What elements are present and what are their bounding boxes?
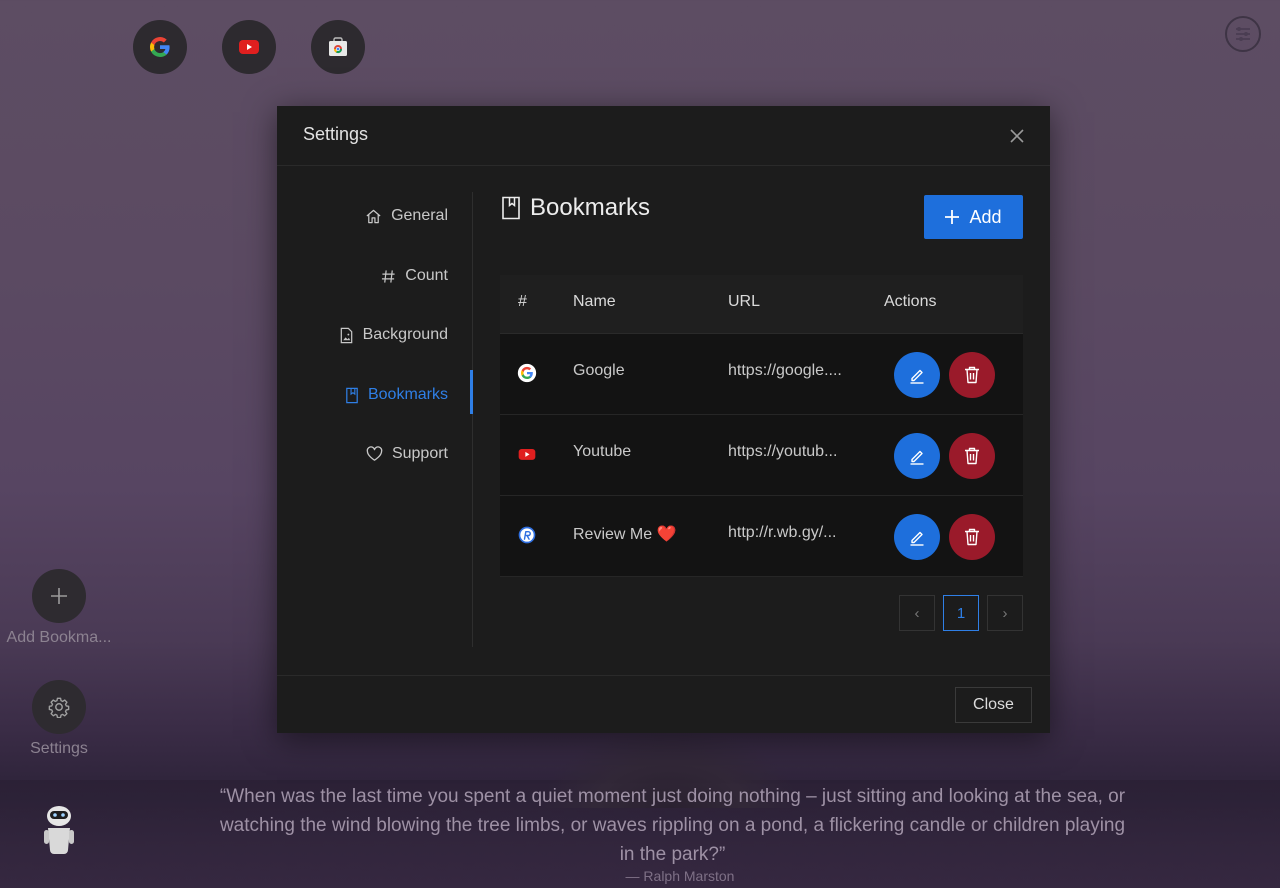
menu-item-background[interactable]: Background — [339, 313, 448, 357]
pencil-icon — [910, 369, 924, 384]
bookmark-name: Google — [573, 362, 625, 379]
bookmark-url: https://google.... — [728, 362, 842, 379]
menu-item-label: Background — [362, 326, 448, 343]
pagination-prev-button[interactable]: ‹ — [899, 595, 935, 631]
menu-item-bookmarks[interactable]: Bookmarks — [345, 373, 448, 417]
modal-header: Settings — [277, 106, 1050, 166]
google-shortcut[interactable] — [133, 20, 187, 74]
hash-icon — [382, 269, 395, 283]
close-icon[interactable] — [1006, 125, 1028, 147]
close-button[interactable]: Close — [955, 687, 1032, 723]
column-header-actions: Actions — [884, 293, 937, 310]
menu-item-label: Count — [405, 267, 448, 284]
menu-item-label: Support — [391, 445, 448, 462]
table-row: Google https://google.... — [500, 334, 1023, 415]
column-header-name: Name — [573, 293, 616, 310]
table-row: Youtube https://youtub... — [500, 415, 1023, 496]
pagination-next-button[interactable]: › — [987, 595, 1023, 631]
google-favicon — [517, 363, 537, 383]
settings-modal: Settings General Count Background Bookma… — [277, 106, 1050, 733]
gear-icon — [48, 697, 70, 718]
menu-toggle-button[interactable] — [1225, 16, 1261, 52]
edit-button[interactable] — [894, 514, 940, 560]
settings-menu: General Count Background Bookmarks Suppo… — [277, 192, 473, 647]
home-icon — [366, 209, 381, 223]
menu-item-general[interactable]: General — [365, 194, 448, 238]
bookmark-url: http://r.wb.gy/... — [728, 524, 837, 541]
settings-button[interactable] — [32, 680, 86, 734]
delete-button[interactable] — [949, 352, 995, 398]
section-title-text: Bookmarks — [530, 194, 651, 221]
table-row: Review Me ❤️ http://r.wb.gy/... — [500, 496, 1023, 577]
column-header-url: URL — [728, 293, 761, 310]
bookmark-name: Youtube — [573, 443, 632, 460]
bookmarks-table: # Name URL Actions Google https://google… — [500, 275, 1023, 577]
pagination-page-1[interactable]: 1 — [943, 595, 979, 631]
trash-icon — [965, 366, 979, 384]
plus-icon — [945, 210, 960, 224]
modal-title: Settings — [303, 124, 369, 144]
review-me-favicon — [518, 526, 536, 544]
table-header: # Name URL Actions — [500, 275, 1023, 334]
column-header-index: # — [518, 293, 527, 310]
image-file-icon — [340, 327, 352, 343]
bookmark-name: Review Me ❤️ — [573, 526, 677, 543]
menu-item-label: General — [391, 207, 448, 224]
menu-item-label: Bookmarks — [367, 386, 448, 403]
youtube-icon — [239, 40, 259, 54]
pencil-icon — [910, 450, 924, 465]
trash-icon — [965, 528, 979, 546]
add-bookmark-label: Add Bookma... — [6, 629, 112, 646]
active-menu-indicator — [470, 370, 473, 414]
bookmark-icon — [502, 196, 520, 220]
pencil-icon — [910, 531, 924, 546]
bookmark-url: https://youtub... — [728, 443, 838, 460]
quote-text: “When was the last time you spent a quie… — [219, 786, 1126, 865]
settings-label: Settings — [30, 740, 88, 757]
youtube-favicon — [518, 449, 536, 460]
youtube-shortcut[interactable] — [222, 20, 276, 74]
edit-button[interactable] — [894, 352, 940, 398]
plus-icon — [51, 588, 67, 604]
delete-button[interactable] — [949, 514, 995, 560]
menu-item-support[interactable]: Support — [366, 432, 448, 476]
menu-item-count[interactable]: Count — [381, 254, 448, 298]
edit-button[interactable] — [894, 433, 940, 479]
section-title: Bookmarks — [501, 194, 650, 222]
list-settings-icon — [1236, 27, 1250, 41]
web-store-shortcut[interactable] — [311, 20, 365, 74]
heart-icon — [366, 446, 383, 461]
delete-button[interactable] — [949, 433, 995, 479]
bookmark-icon — [346, 387, 358, 403]
add-button[interactable]: Add — [924, 195, 1023, 239]
google-icon — [150, 37, 170, 58]
quote-author: — Ralph Marston — [625, 868, 735, 884]
add-bookmark-button[interactable] — [32, 569, 86, 623]
modal-footer: Close — [277, 675, 1050, 733]
add-button-label: Add — [969, 206, 1002, 227]
robot-mascot-icon[interactable] — [42, 804, 76, 856]
trash-icon — [965, 447, 979, 465]
web-store-icon — [329, 37, 347, 56]
